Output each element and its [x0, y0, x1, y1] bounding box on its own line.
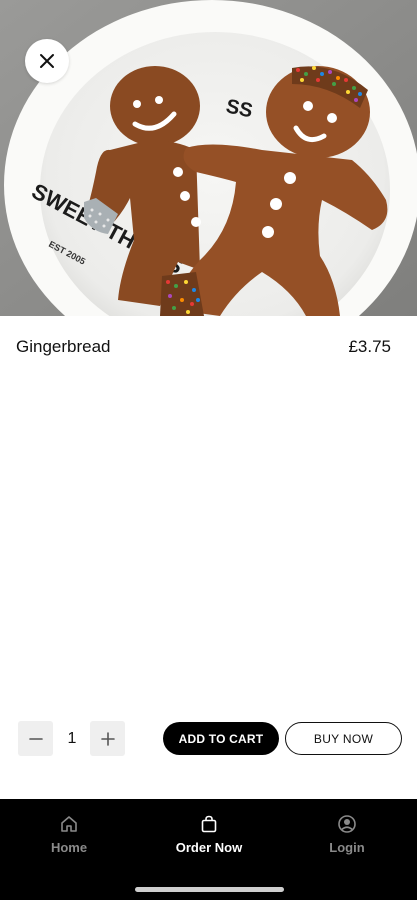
product-info: Gingerbread £3.75: [16, 336, 391, 358]
nav-label-login: Login: [329, 840, 365, 855]
nav-label-home: Home: [50, 840, 88, 855]
product-name: Gingerbread: [16, 337, 111, 356]
purchase-controls: 1 ADD TO CART BUY NOW: [0, 720, 417, 758]
add-to-cart-button[interactable]: ADD TO CART: [163, 722, 279, 755]
close-icon: [40, 54, 54, 68]
home-icon: [61, 816, 77, 832]
nav-item-login[interactable]: Login: [292, 814, 402, 855]
decrease-quantity-button[interactable]: [18, 721, 53, 756]
plus-icon: [100, 731, 115, 746]
home-indicator[interactable]: [135, 887, 284, 892]
bottom-navigation: Home Order Now Login: [0, 799, 417, 900]
bag-icon: [201, 815, 217, 833]
nav-item-home[interactable]: Home: [14, 814, 124, 855]
user-icon: [338, 815, 356, 833]
minus-icon: [28, 737, 43, 740]
product-price: £3.75: [348, 337, 391, 356]
product-image: SWEET THINGS EST 2005 SS: [0, 0, 417, 316]
buy-now-button[interactable]: BUY NOW: [285, 722, 402, 755]
nav-item-order-now[interactable]: Order Now: [154, 814, 264, 855]
close-button[interactable]: [25, 39, 69, 83]
quantity-value: 1: [67, 730, 77, 747]
nav-label-order-now: Order Now: [175, 840, 243, 855]
increase-quantity-button[interactable]: [90, 721, 125, 756]
